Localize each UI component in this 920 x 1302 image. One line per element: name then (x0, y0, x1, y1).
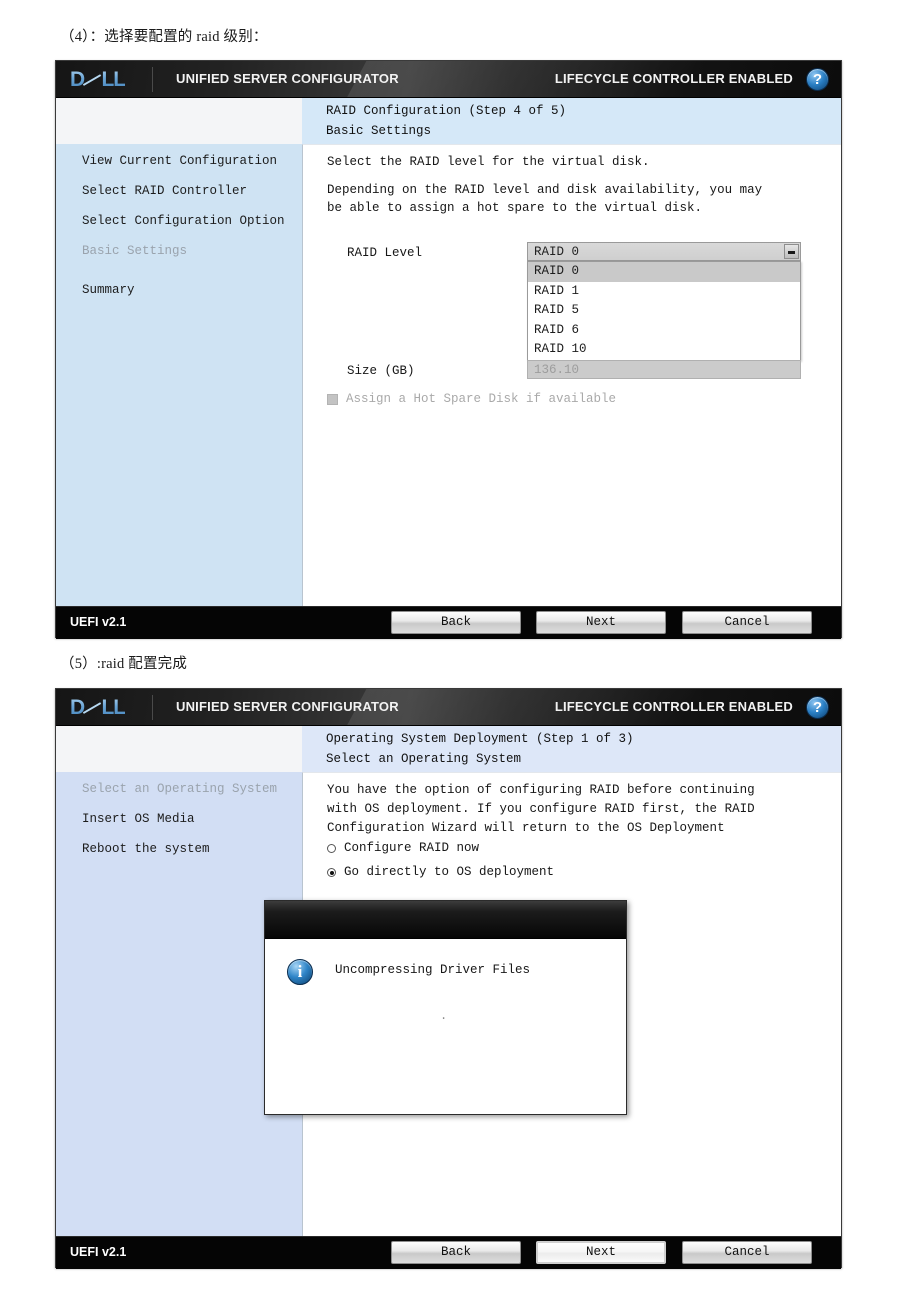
sidebar-item-insert-os-media[interactable]: Insert OS Media (82, 812, 195, 826)
dialog-body: i Uncompressing Driver Files . (265, 939, 626, 1114)
sidebar-top-strip (56, 98, 302, 144)
page-step-title: Operating System Deployment (Step 1 of 3… (326, 732, 634, 746)
sidebar-item-select-raid-controller[interactable]: Select RAID Controller (82, 184, 247, 198)
size-label: Size (GB) (347, 364, 415, 378)
description-line-2: with OS deployment. If you configure RAI… (327, 802, 755, 816)
content-panel: Select the RAID level for the virtual di… (302, 144, 841, 606)
page-title-band: Operating System Deployment (Step 1 of 3… (302, 726, 841, 772)
wizard-sidebar: View Current Configuration Select RAID C… (56, 98, 302, 606)
page-section-title: Select an Operating System (326, 752, 522, 766)
radio-configure-raid-now[interactable] (327, 844, 336, 853)
window-footer: UEFI v2.1 Back Next Cancel (56, 606, 841, 639)
next-button[interactable]: Next (536, 611, 666, 634)
dropdown-option-raid-10[interactable]: RAID 10 (528, 340, 800, 360)
sidebar-top-strip (56, 726, 302, 772)
window-content: RAID Configuration (Step 4 of 5) Basic S… (302, 98, 841, 606)
lifecycle-status: LIFECYCLE CONTROLLER ENABLED (554, 699, 793, 714)
uefi-version: UEFI v2.1 (70, 1245, 127, 1259)
window-body: Select an Operating System Insert OS Med… (56, 726, 841, 1236)
usc-window-raid-config: D∅LL UNIFIED SERVER CONFIGURATOR LIFECYC… (55, 60, 842, 639)
next-button[interactable]: Next (536, 1241, 666, 1264)
title-banner: D∅LL UNIFIED SERVER CONFIGURATOR LIFECYC… (56, 61, 841, 98)
size-value-field: 136.10 (527, 360, 801, 379)
lifecycle-status: LIFECYCLE CONTROLLER ENABLED (554, 71, 793, 86)
sidebar-item-reboot-the-system[interactable]: Reboot the system (82, 842, 210, 856)
page-step-title: RAID Configuration (Step 4 of 5) (326, 104, 567, 118)
chevron-down-icon[interactable] (784, 244, 799, 259)
page-title-band: RAID Configuration (Step 4 of 5) Basic S… (302, 98, 841, 144)
window-body: View Current Configuration Select RAID C… (56, 98, 841, 606)
logo-divider (152, 67, 153, 92)
cancel-button[interactable]: Cancel (682, 611, 812, 634)
sidebar-item-select-an-operating-system[interactable]: Select an Operating System (82, 782, 277, 796)
info-icon: i (287, 959, 313, 985)
dialog-message: Uncompressing Driver Files (335, 963, 531, 977)
hot-spare-label: Assign a Hot Spare Disk if available (346, 392, 617, 406)
sidebar-item-summary[interactable]: Summary (82, 283, 135, 297)
uefi-version: UEFI v2.1 (70, 615, 127, 629)
sidebar-item-view-current-configuration[interactable]: View Current Configuration (82, 154, 277, 168)
description-line-2: be able to assign a hot spare to the vir… (327, 201, 703, 215)
dropdown-option-raid-0[interactable]: RAID 0 (528, 262, 800, 282)
sidebar-item-select-configuration-option[interactable]: Select Configuration Option (82, 214, 285, 228)
cancel-button[interactable]: Cancel (682, 1241, 812, 1264)
dropdown-option-raid-6[interactable]: RAID 6 (528, 321, 800, 341)
title-banner: D∅LL UNIFIED SERVER CONFIGURATOR LIFECYC… (56, 689, 841, 726)
help-icon[interactable]: ? (806, 68, 829, 91)
hot-spare-checkbox[interactable] (327, 394, 338, 405)
raid-level-dropdown-list[interactable]: RAID 0 RAID 1 RAID 5 RAID 6 RAID 10 (527, 261, 801, 361)
dell-logo: D∅LL (70, 68, 126, 91)
product-name: UNIFIED SERVER CONFIGURATOR (176, 699, 399, 714)
back-button[interactable]: Back (391, 1241, 521, 1264)
dropdown-option-raid-5[interactable]: RAID 5 (528, 301, 800, 321)
usc-window-os-deployment: D∅LL UNIFIED SERVER CONFIGURATOR LIFECYC… (55, 688, 842, 1269)
product-name: UNIFIED SERVER CONFIGURATOR (176, 71, 399, 86)
caption-step4: （4）：选择要配置的 raid 级别： (60, 29, 268, 45)
dell-logo: D∅LL (70, 696, 126, 719)
raid-level-select[interactable]: RAID 0 (527, 242, 801, 261)
radio-label-go-directly-to-os-deployment: Go directly to OS deployment (344, 865, 555, 879)
instruction-text: Select the RAID level for the virtual di… (327, 155, 650, 169)
raid-level-label: RAID Level (347, 246, 423, 260)
radio-go-directly-to-os-deployment[interactable] (327, 868, 336, 877)
description-line-1: Depending on the RAID level and disk ava… (327, 183, 763, 197)
back-button[interactable]: Back (391, 611, 521, 634)
sidebar-item-basic-settings[interactable]: Basic Settings (82, 244, 187, 258)
help-icon[interactable]: ? (806, 696, 829, 719)
radio-label-configure-raid-now: Configure RAID now (344, 841, 480, 855)
dropdown-option-raid-1[interactable]: RAID 1 (528, 282, 800, 302)
dialog-title-bar (265, 901, 626, 939)
logo-divider (152, 695, 153, 720)
window-footer: UEFI v2.1 Back Next Cancel (56, 1236, 841, 1269)
description-line-1: You have the option of configuring RAID … (327, 783, 755, 797)
raid-level-value: RAID 0 (534, 245, 580, 259)
caption-step5: （5）:raid 配置完成 (60, 656, 188, 672)
description-line-3: Configuration Wizard will return to the … (327, 821, 725, 835)
dialog-progress-indicator: . (440, 1009, 448, 1023)
page-section-title: Basic Settings (326, 124, 432, 138)
uncompressing-driver-files-dialog: i Uncompressing Driver Files . (264, 900, 627, 1115)
size-value: 136.10 (534, 363, 580, 377)
